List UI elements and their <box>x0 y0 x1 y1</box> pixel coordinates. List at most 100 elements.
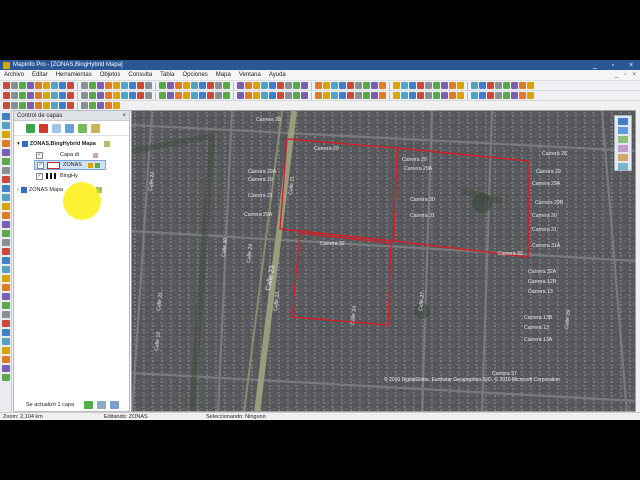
toolbar-button-icon[interactable] <box>27 102 34 109</box>
toolbar-button-icon[interactable] <box>495 82 502 89</box>
layer-row-cosmetic[interactable]: ✓ Capa di <box>36 150 98 160</box>
visibility-checkbox[interactable]: ✓ <box>36 172 43 180</box>
toolbar-button-icon[interactable] <box>207 82 214 89</box>
tool-button-icon[interactable] <box>1 302 10 309</box>
tool-button-icon[interactable] <box>1 293 10 300</box>
toolbar-button-icon[interactable] <box>433 82 440 89</box>
toolbar-button-icon[interactable] <box>245 92 252 99</box>
tool-button-icon[interactable] <box>1 257 10 264</box>
toolbar-button-icon[interactable] <box>105 82 112 89</box>
toolbar-button-icon[interactable] <box>401 82 408 89</box>
toolbar-button-icon[interactable] <box>167 82 174 89</box>
toolbar-button-icon[interactable] <box>27 92 34 99</box>
toolbar-button-icon[interactable] <box>191 82 198 89</box>
toolbar-button-icon[interactable] <box>471 92 478 99</box>
toolbar-button-icon[interactable] <box>167 92 174 99</box>
collapse-icon[interactable]: ▾ <box>17 141 20 147</box>
toolbar-button-icon[interactable] <box>129 82 136 89</box>
toolbar-button-icon[interactable] <box>511 92 518 99</box>
toolbar-button-icon[interactable] <box>113 102 120 109</box>
tool-button-icon[interactable] <box>1 221 10 228</box>
toolbar-button-icon[interactable] <box>11 92 18 99</box>
menu-mapa[interactable]: Mapa <box>212 72 235 78</box>
toolbar-button-icon[interactable] <box>449 92 456 99</box>
visibility-checkbox[interactable]: ✓ <box>37 161 44 169</box>
layer-view-alt-icon[interactable] <box>110 401 120 409</box>
toolbar-button-icon[interactable] <box>43 92 50 99</box>
toolbar-button-icon[interactable] <box>137 82 144 89</box>
toolbar-button-icon[interactable] <box>315 92 322 99</box>
toolbar-button-icon[interactable] <box>331 82 338 89</box>
toolbar-button-icon[interactable] <box>503 92 510 99</box>
move-down-icon[interactable] <box>65 123 74 133</box>
toolbar-button-icon[interactable] <box>457 92 464 99</box>
pan-icon[interactable] <box>618 136 628 143</box>
toolbar-button-icon[interactable] <box>285 82 292 89</box>
edit-icon[interactable] <box>87 162 93 168</box>
toolbar-button-icon[interactable] <box>199 82 206 89</box>
toolbar-button-icon[interactable] <box>59 92 66 99</box>
menu-objetos[interactable]: Objetos <box>96 72 125 78</box>
tool-button-icon[interactable] <box>1 320 10 327</box>
toolbar-button-icon[interactable] <box>113 92 120 99</box>
toolbar-button-icon[interactable] <box>293 82 300 89</box>
toolbar-button-icon[interactable] <box>11 102 18 109</box>
toolbar-button-icon[interactable] <box>441 82 448 89</box>
tool-button-icon[interactable] <box>1 248 10 255</box>
tool-button-icon[interactable] <box>1 140 10 147</box>
toolbar-button-icon[interactable] <box>121 82 128 89</box>
toolbar-button-icon[interactable] <box>401 92 408 99</box>
toolbar-button-icon[interactable] <box>527 82 534 89</box>
tool-button-icon[interactable] <box>1 275 10 282</box>
toolbar-button-icon[interactable] <box>3 82 10 89</box>
toolbar-button-icon[interactable] <box>159 82 166 89</box>
tool-button-icon[interactable] <box>1 284 10 291</box>
toolbar-button-icon[interactable] <box>355 82 362 89</box>
toolbar-button-icon[interactable] <box>105 92 112 99</box>
toolbar-button-icon[interactable] <box>89 92 96 99</box>
layer-row-binghybrid[interactable]: ✓ BingHy <box>36 171 78 181</box>
toolbar-button-icon[interactable] <box>347 92 354 99</box>
toolbar-button-icon[interactable] <box>67 92 74 99</box>
display-options-icon[interactable] <box>91 123 100 133</box>
toolbar-button-icon[interactable] <box>511 82 518 89</box>
toolbar-button-icon[interactable] <box>527 92 534 99</box>
toolbar-button-icon[interactable] <box>363 82 370 89</box>
toolbar-button-icon[interactable] <box>457 82 464 89</box>
toolbar-button-icon[interactable] <box>519 92 526 99</box>
toolbar-button-icon[interactable] <box>503 82 510 89</box>
menu-ventana[interactable]: Ventana <box>235 72 265 78</box>
toolbar-button-icon[interactable] <box>3 92 10 99</box>
menu-opciones[interactable]: Opciones <box>178 72 211 78</box>
maximize-button[interactable]: ▫ <box>604 62 622 69</box>
toolbar-button-icon[interactable] <box>417 82 424 89</box>
tool-button-icon[interactable] <box>1 149 10 156</box>
toolbar-button-icon[interactable] <box>159 92 166 99</box>
toolbar-button-icon[interactable] <box>315 82 322 89</box>
toolbar-button-icon[interactable] <box>425 82 432 89</box>
toolbar-button-icon[interactable] <box>269 92 276 99</box>
toolbar-button-icon[interactable] <box>301 82 308 89</box>
toolbar-button-icon[interactable] <box>51 82 58 89</box>
map-window[interactable]: Carrera 28 Carrera 28 Carrera 29 Carrera 29… <box>131 110 636 412</box>
toolbar-button-icon[interactable] <box>269 82 276 89</box>
toolbar-button-icon[interactable] <box>253 92 260 99</box>
toolbar-button-icon[interactable] <box>371 92 378 99</box>
toolbar-button-icon[interactable] <box>89 102 96 109</box>
tool-button-icon[interactable] <box>1 131 10 138</box>
toolbar-button-icon[interactable] <box>129 92 136 99</box>
menu-tabla[interactable]: Tabla <box>156 72 178 78</box>
toolbar-button-icon[interactable] <box>449 82 456 89</box>
map-node[interactable]: ▾ ZONAS,BingHybrid Mapa <box>17 139 110 149</box>
toolbar-button-icon[interactable] <box>487 92 494 99</box>
tool-button-icon[interactable] <box>1 212 10 219</box>
toolbar-button-icon[interactable] <box>89 82 96 89</box>
toolbar-button-icon[interactable] <box>67 102 74 109</box>
toolbar-button-icon[interactable] <box>97 82 104 89</box>
toolbar-button-icon[interactable] <box>409 82 416 89</box>
tool-button-icon[interactable] <box>1 239 10 246</box>
layer-view-icon[interactable] <box>97 401 107 409</box>
expand-icon[interactable]: › <box>17 187 19 193</box>
tool-button-icon[interactable] <box>1 122 10 129</box>
tool-button-icon[interactable] <box>1 230 10 237</box>
